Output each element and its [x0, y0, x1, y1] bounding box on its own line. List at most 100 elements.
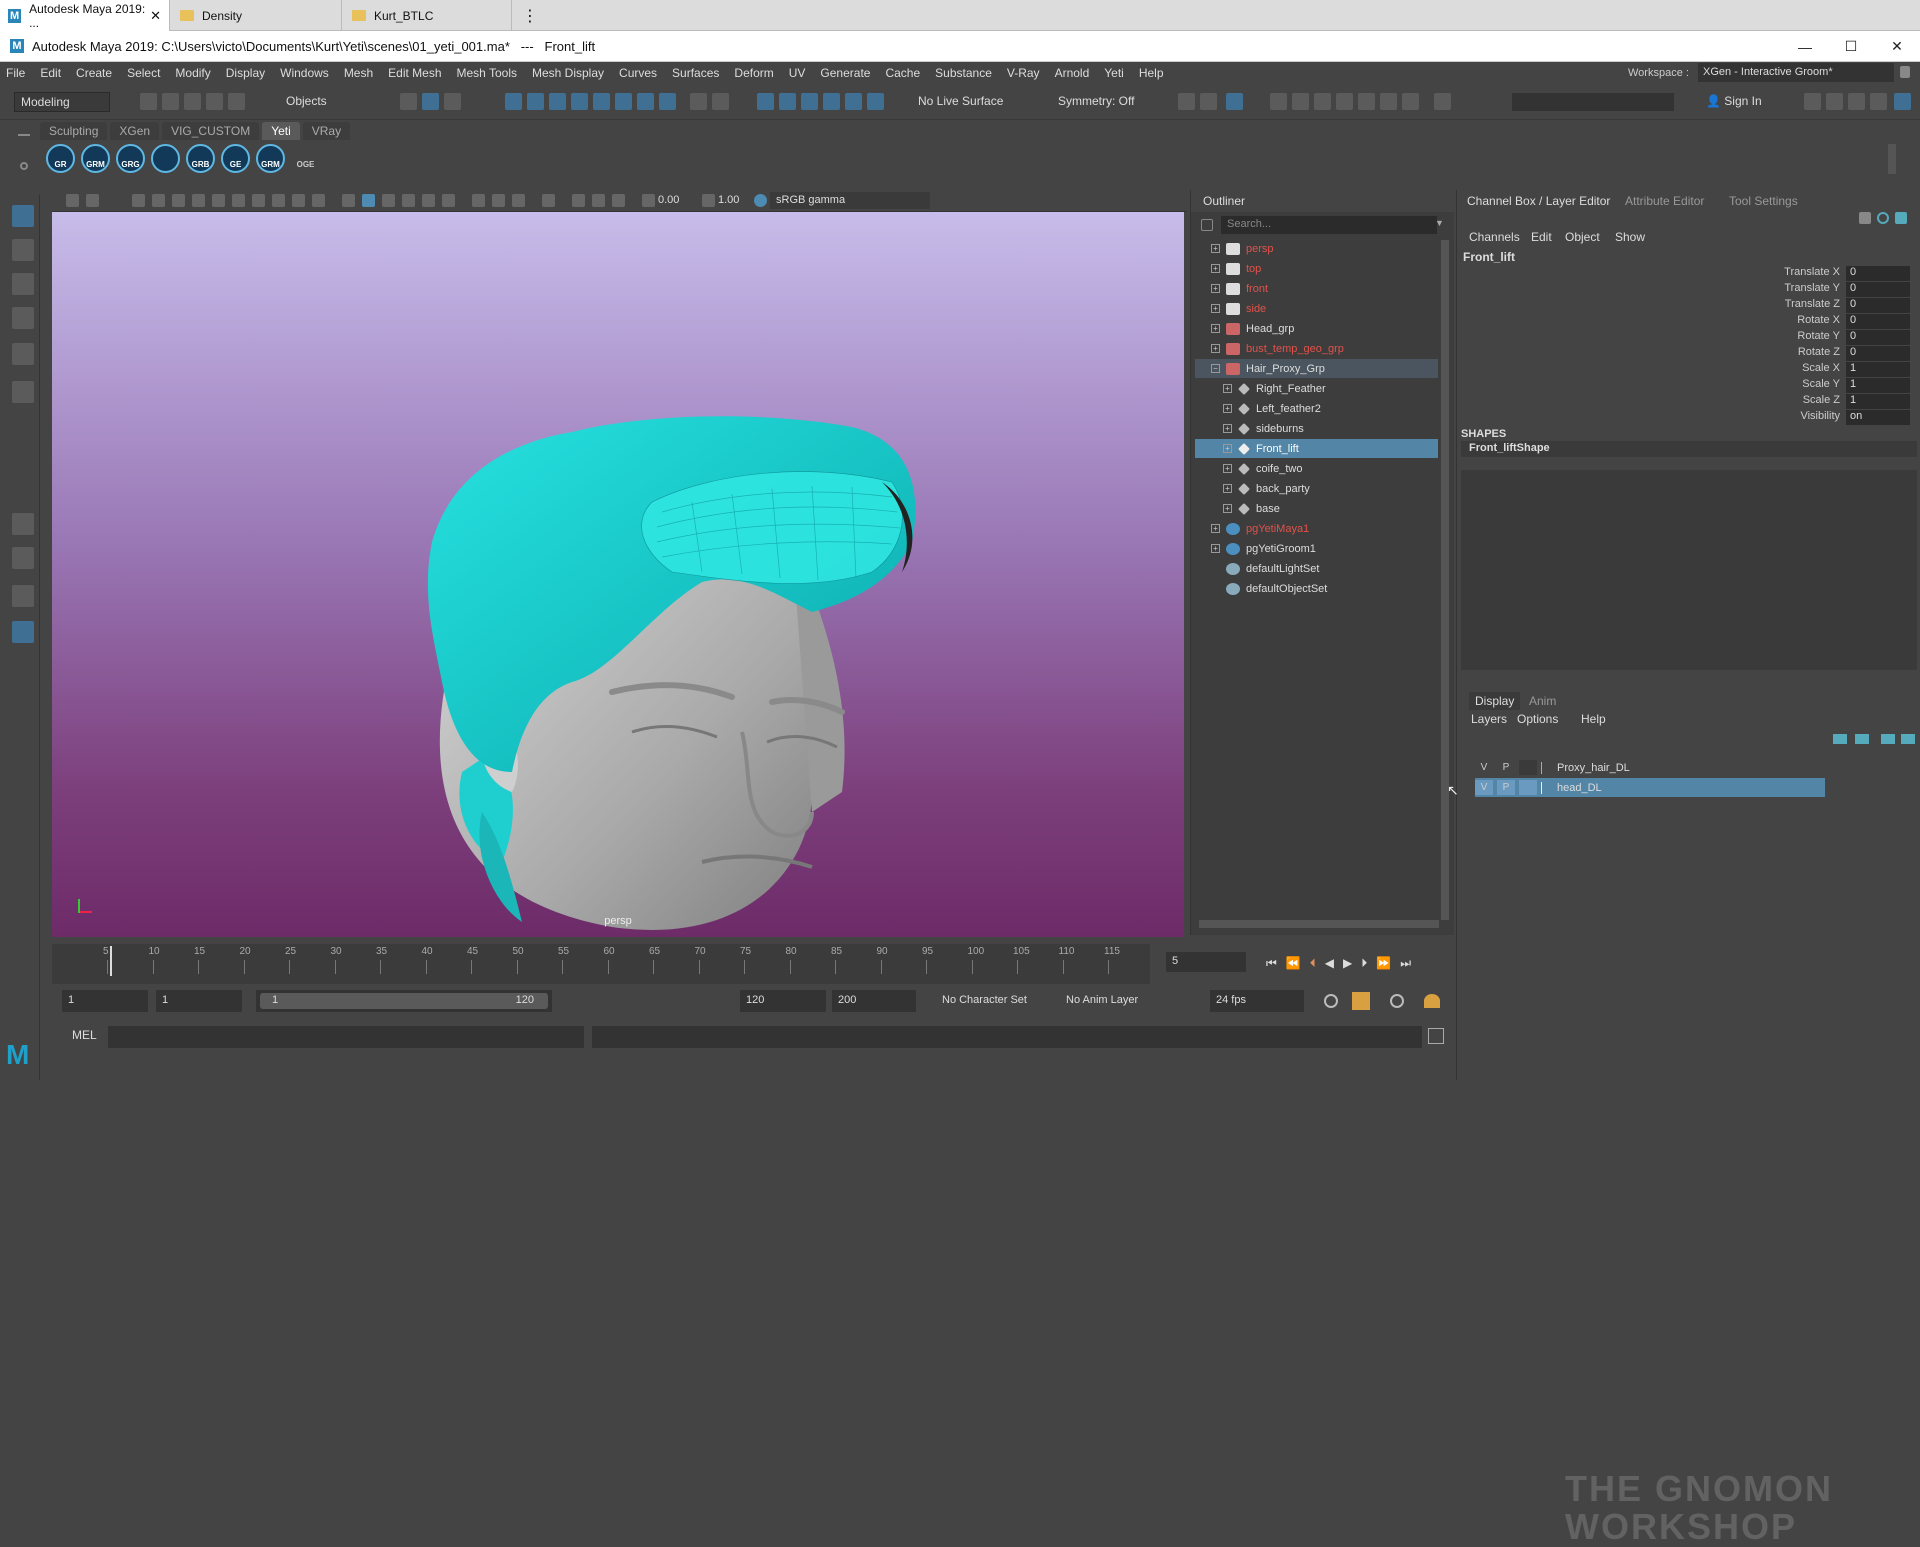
field-chart-icon[interactable]	[292, 194, 305, 207]
layer-playback-toggle[interactable]: P	[1497, 780, 1515, 795]
mel-command-input[interactable]	[108, 1026, 584, 1048]
play-backwards-icon[interactable]: ◀	[1325, 956, 1334, 971]
xray-icon[interactable]	[572, 194, 585, 207]
maximize-icon[interactable]: ☐	[1828, 31, 1874, 62]
outliner-item-head-grp[interactable]: + Head_grp	[1195, 319, 1438, 338]
outliner-horizontal-scrollbar[interactable]	[1199, 920, 1439, 928]
minimize-icon[interactable]: —	[1782, 31, 1828, 62]
loop-icon[interactable]	[1324, 994, 1338, 1008]
menu-vray[interactable]: V-Ray	[1007, 66, 1040, 80]
outliner-item-base[interactable]: + base	[1195, 499, 1438, 518]
menu-substance[interactable]: Substance	[935, 66, 992, 80]
snap-grid-icon[interactable]	[505, 93, 522, 110]
outliner-item-bust-temp[interactable]: + bust_temp_geo_grp	[1195, 339, 1438, 358]
more-icon[interactable]: ⋮	[514, 0, 546, 31]
auto-key-icon[interactable]	[1352, 992, 1370, 1010]
color-space-dropdown[interactable]: sRGB gamma	[770, 192, 930, 209]
film-gate-icon[interactable]	[232, 194, 245, 207]
attr-scale-z[interactable]: Scale Z1	[1460, 394, 1920, 410]
anim-prefs-icon[interactable]	[1390, 994, 1404, 1008]
xray-joints-icon[interactable]	[592, 194, 605, 207]
lock-icon[interactable]	[1900, 66, 1910, 78]
shelf-tab-vray[interactable]: VRay	[302, 122, 351, 140]
layer-row-proxy-hair[interactable]: V P Proxy_hair_DL	[1475, 758, 1825, 777]
open-scene-icon[interactable]	[162, 93, 179, 110]
select-object-icon[interactable]	[422, 93, 439, 110]
render-view-icon[interactable]	[1358, 93, 1375, 110]
close-window-icon[interactable]: ✕	[1874, 31, 1920, 62]
menu-display[interactable]: Display	[226, 66, 265, 80]
hierarchy-icon[interactable]	[1859, 212, 1871, 224]
expand-icon[interactable]: +	[1223, 404, 1232, 413]
chevron-down-icon[interactable]: ▼	[1435, 218, 1444, 228]
select-component-icon[interactable]	[444, 93, 461, 110]
expand-icon[interactable]: +	[1211, 324, 1220, 333]
layout5-icon[interactable]	[1894, 93, 1911, 110]
menu-edit-mesh[interactable]: Edit Mesh	[388, 66, 441, 80]
attr-rotate-x[interactable]: Rotate X0	[1460, 314, 1920, 330]
expand-icon[interactable]: +	[1211, 524, 1220, 533]
outliner-item-pgyetigroom1[interactable]: + pgYetiGroom1	[1195, 539, 1438, 558]
new-scene-icon[interactable]	[140, 93, 157, 110]
bookmark-icon[interactable]	[132, 194, 145, 207]
sign-in-button[interactable]: 👤 Sign In	[1700, 92, 1780, 112]
save-scene-icon[interactable]	[184, 93, 201, 110]
expand-icon[interactable]: +	[1223, 424, 1232, 433]
exposure-icon[interactable]	[642, 194, 655, 207]
objects-dropdown[interactable]: Objects	[280, 92, 370, 112]
2d-pan-icon[interactable]	[172, 194, 185, 207]
tab-anim-layers[interactable]: Anim	[1529, 694, 1556, 708]
gate-mask-icon[interactable]	[272, 194, 285, 207]
menu-object[interactable]: Object	[1565, 230, 1600, 244]
panel-icon[interactable]	[1178, 93, 1195, 110]
anim-layer-dropdown[interactable]: No Anim Layer	[1060, 990, 1160, 1012]
outliner-item-front-lift[interactable]: + Front_lift	[1195, 439, 1438, 458]
live-surface-button[interactable]: No Live Surface	[912, 92, 1012, 112]
lock-select-icon[interactable]	[690, 93, 707, 110]
grease-pencil-icon[interactable]	[192, 194, 205, 207]
camera-attr-icon[interactable]	[86, 194, 99, 207]
tab-channel-box[interactable]: Channel Box / Layer Editor	[1467, 190, 1610, 212]
playback-start-field[interactable]: 1	[156, 990, 242, 1012]
undo-icon[interactable]	[206, 93, 223, 110]
outliner-item-hair-proxy-grp[interactable]: − Hair_Proxy_Grp	[1195, 359, 1438, 378]
menu-create[interactable]: Create	[76, 66, 112, 80]
menu-help[interactable]: Help	[1139, 66, 1164, 80]
outliner-item-coife-two[interactable]: + coife_two	[1195, 459, 1438, 478]
filter-icon[interactable]	[1201, 219, 1213, 231]
range-slider[interactable]: 1 120	[256, 990, 552, 1012]
expand-icon[interactable]: +	[1223, 444, 1232, 453]
panel2-icon[interactable]	[1200, 93, 1217, 110]
outliner-search-input[interactable]: Search...	[1221, 216, 1437, 234]
layer-color-swatch[interactable]	[1519, 780, 1537, 795]
script-editor-icon[interactable]	[1428, 1028, 1444, 1044]
viewport-3d[interactable]: persp	[52, 212, 1184, 937]
anim-start-field[interactable]: 1	[62, 990, 148, 1012]
expand-icon[interactable]: +	[1223, 484, 1232, 493]
collapse-icon[interactable]: −	[1211, 364, 1220, 373]
command-search-input[interactable]	[1512, 93, 1674, 111]
menu-cache[interactable]: Cache	[885, 66, 920, 80]
shelf-scroll[interactable]	[1888, 144, 1896, 174]
two-view-icon[interactable]	[12, 585, 34, 607]
go-to-end-icon[interactable]: ⏭	[1400, 956, 1411, 971]
snap-vertex-icon[interactable]	[615, 93, 632, 110]
anim-end-field[interactable]: 200	[832, 990, 916, 1012]
layout2-icon[interactable]	[1826, 93, 1843, 110]
menu-select[interactable]: Select	[127, 66, 160, 80]
wireframe-on-shaded-icon[interactable]	[382, 194, 395, 207]
new-layer-selected-icon[interactable]	[1901, 734, 1915, 744]
yeti-groom-icon[interactable]: GR	[46, 144, 75, 173]
outliner-item-default-object-set[interactable]: defaultObjectSet	[1195, 579, 1438, 598]
expand-icon[interactable]: +	[1211, 544, 1220, 553]
outliner-item-sideburns[interactable]: + sideburns	[1195, 419, 1438, 438]
menu-modify[interactable]: Modify	[175, 66, 210, 80]
yeti-groom-guide-icon[interactable]: GRG	[116, 144, 145, 173]
expand-icon[interactable]: +	[1211, 244, 1220, 253]
anti-alias-icon[interactable]	[512, 194, 525, 207]
redo-icon[interactable]	[228, 93, 245, 110]
ipr-render-icon[interactable]	[1314, 93, 1331, 110]
menu-edit-channel[interactable]: Edit	[1531, 230, 1552, 244]
snap-view-icon[interactable]	[571, 93, 588, 110]
outliner-vertical-scrollbar[interactable]	[1441, 240, 1449, 920]
